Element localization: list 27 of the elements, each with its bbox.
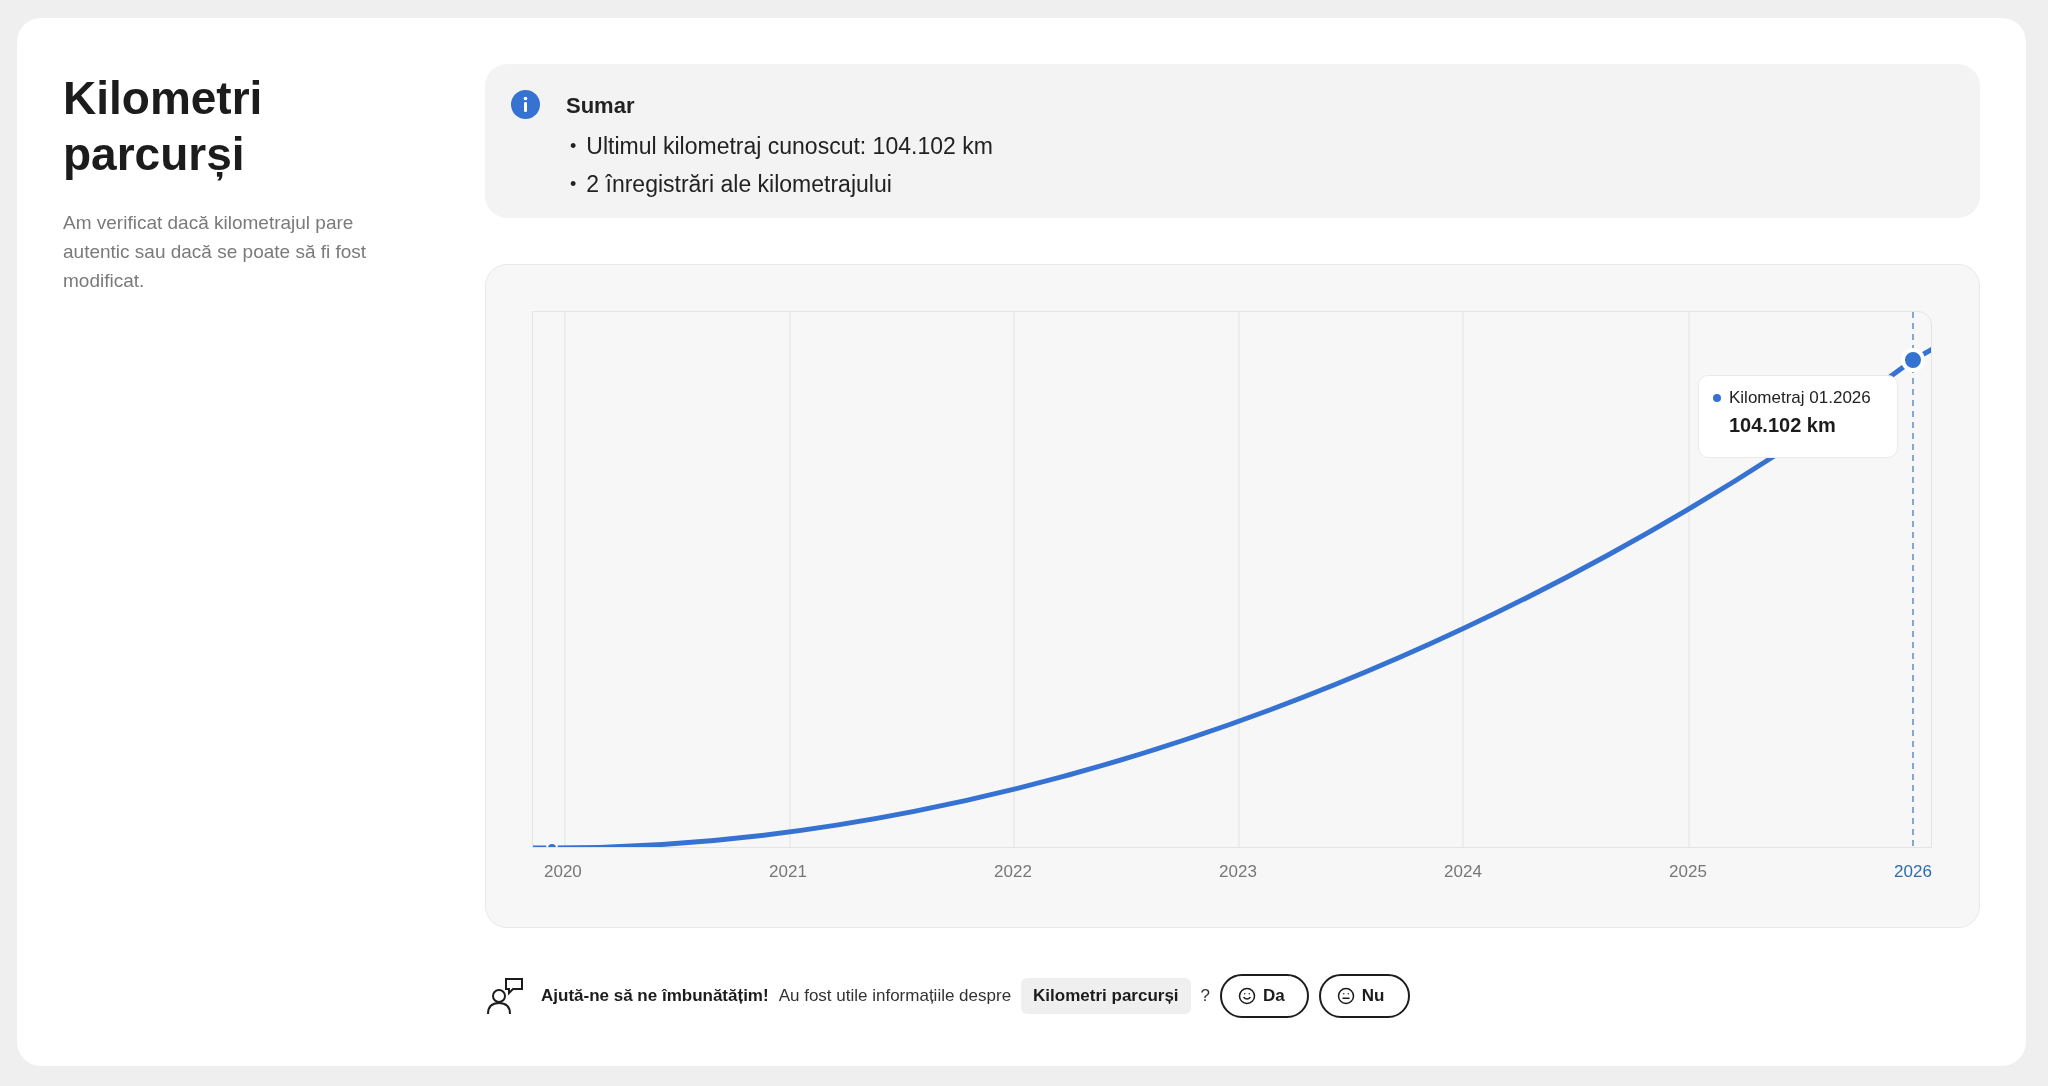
x-axis-label: 2026	[1894, 862, 1932, 882]
page-title: Kilometri parcurși	[63, 71, 264, 182]
neutral-face-icon	[1336, 987, 1355, 1005]
info-icon	[511, 90, 540, 119]
x-axis-label: 2020	[544, 862, 582, 882]
x-axis-label: 2024	[1444, 862, 1482, 882]
x-axis-label: 2025	[1669, 862, 1707, 882]
summary-item: 2 înregistrări ale kilometrajului	[586, 170, 892, 199]
person-speech-icon	[485, 976, 525, 1016]
tooltip-label: Kilometraj 01.2026	[1729, 388, 1871, 408]
list-bullet: •	[570, 173, 577, 196]
x-axis-label: 2023	[1219, 862, 1257, 882]
series-dot	[1713, 394, 1721, 402]
x-axis-label: 2022	[994, 862, 1032, 882]
summary-item: Ultimul kilometraj cunoscut: 104.102 km	[586, 132, 993, 161]
page-description: Am verificat dacă kilometrajul pare autentic sau dacă se poate să fi fost modificat.	[63, 211, 368, 293]
summary-heading: Sumar	[566, 93, 636, 119]
question-mark: ?	[1200, 986, 1211, 1006]
list-bullet: •	[570, 135, 577, 158]
feedback-prompt: Ajută-ne să ne îmbunătățim!	[541, 986, 769, 1006]
x-axis-label: 2021	[769, 862, 807, 882]
smile-icon	[1238, 987, 1257, 1005]
no-button[interactable]: Nu	[1318, 974, 1411, 1018]
feedback-question: Au fost utile informațiile despre	[778, 986, 1012, 1006]
topic-tag: Kilometri parcurși	[1021, 978, 1191, 1014]
tooltip-value: 104.102 km	[1728, 414, 1837, 437]
yes-button[interactable]: Da	[1220, 974, 1309, 1018]
